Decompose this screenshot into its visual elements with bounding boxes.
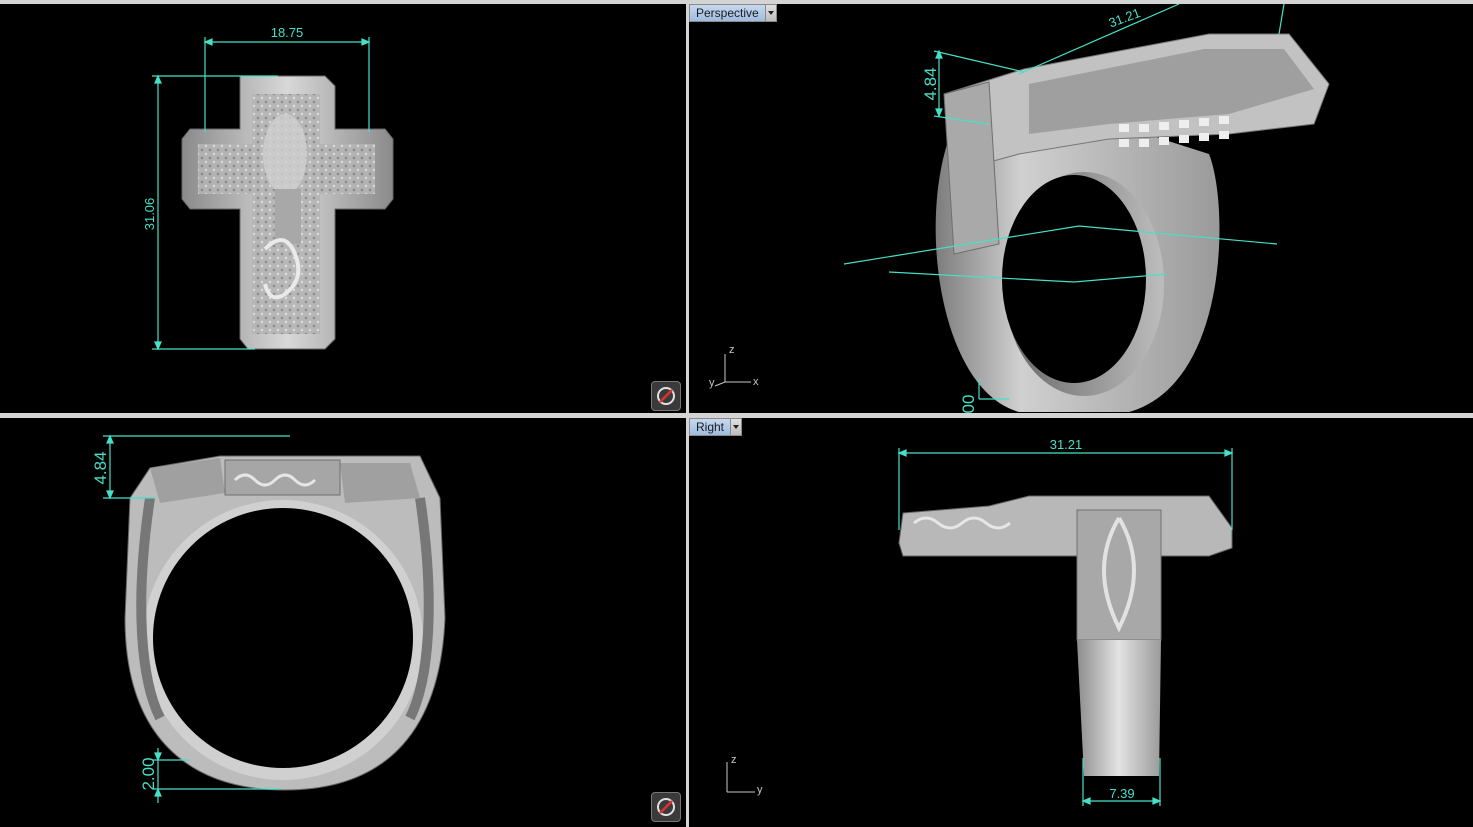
front-view-canvas: 4.84 2.00 [91,434,446,803]
perspective-viewport-title[interactable]: Perspective [689,4,777,22]
perspective-axis-triad: z y x [703,342,763,392]
top-width-dim: 18.75 [271,25,304,40]
perspective-length-dim: 31.21 [1107,5,1143,30]
front-height-dim: 4.84 [91,451,110,484]
perspective-view-canvas: 31.21 4.84 00 [843,4,1330,413]
right-view-canvas: 31.21 7.39 [897,437,1234,806]
right-width-dim: 7.39 [1109,786,1134,801]
perspective-height-dim: 4.84 [921,67,940,100]
right-length-dim: 31.21 [1050,437,1083,452]
viewport-top[interactable]: 18.75 31.06 [0,4,686,413]
right-axis-triad: z y [723,754,783,804]
perspective-partial-dim: 00 [959,395,978,413]
right-label[interactable]: Right [689,418,731,436]
front-thickness-dim: 2.00 [139,757,158,790]
ring-top-cross [181,75,394,350]
chevron-down-icon[interactable] [730,418,743,436]
top-height-dim: 31.06 [142,198,157,231]
viewport-perspective[interactable]: 31.21 4.84 00 Perspective z y x [689,4,1473,413]
axis-x-label: x [753,376,759,388]
axis-z-label: z [731,754,737,766]
viewport-front[interactable]: 4.84 2.00 [0,418,686,827]
axis-y-label: y [757,784,763,796]
axis-y-label: y [709,377,715,389]
right-viewport-title[interactable]: Right [689,418,743,436]
viewport-right[interactable]: 31.21 7.39 Right z y [689,418,1473,827]
ring-perspective-model [935,33,1330,412]
perspective-label[interactable]: Perspective [689,4,765,22]
rotate-lock-icon[interactable] [651,381,681,411]
top-view-canvas: 18.75 31.06 [142,25,394,351]
rotate-lock-icon[interactable] [651,792,681,822]
ring-right-model [898,495,1233,776]
ring-front-model [124,455,446,791]
chevron-down-icon[interactable] [764,4,777,22]
axis-z-label: z [729,344,735,356]
